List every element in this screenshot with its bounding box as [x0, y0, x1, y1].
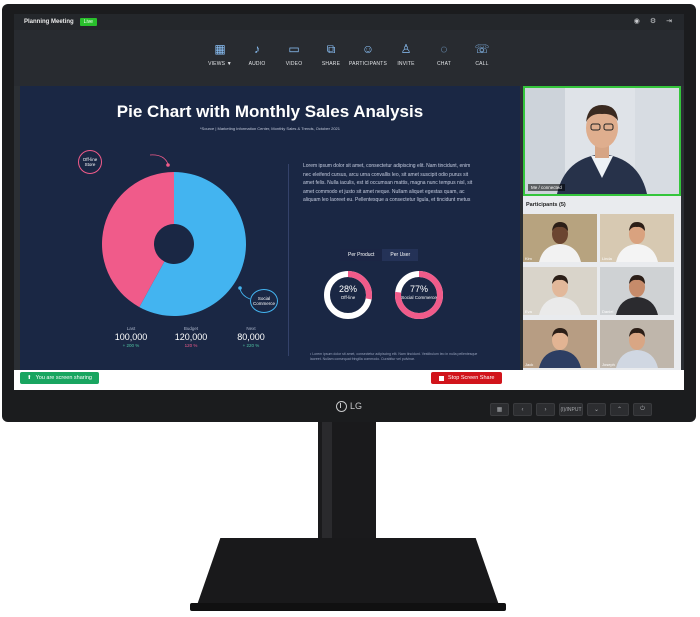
participant-tile[interactable]: Jack [523, 320, 597, 368]
donut-social: 77% Social Commerce [392, 268, 446, 322]
slide-tabs: Per Product Per User [340, 249, 419, 261]
participant-name: Jack [525, 362, 534, 367]
share-status-bar: ⬆ You are screen sharing Stop Screen Sha… [14, 370, 684, 390]
offline-store-callout: Off-line Store [78, 150, 102, 174]
participant-tile[interactable]: Linda [600, 214, 674, 262]
participant-name: Eva [525, 309, 532, 314]
participant-video [616, 222, 658, 262]
screen-sharing-indicator: ⬆ You are screen sharing [20, 372, 99, 384]
self-video[interactable]: Me / connected [523, 86, 681, 196]
monitor-base-shadow [190, 603, 506, 611]
slide-footnote: • Lorem ipsum dolor sit amet, consectetu… [310, 352, 478, 361]
video-panel: Me / connected Participants (5) Kim Lind… [523, 86, 681, 370]
self-video-image [525, 88, 679, 194]
down-icon[interactable]: ⌄ [587, 403, 606, 416]
participant-video [616, 328, 658, 368]
lg-logo: LG [336, 399, 366, 413]
arrow-up-icon: ⬆ [27, 375, 32, 381]
call-button[interactable]: ☏ CALL [460, 42, 504, 67]
gear-icon[interactable]: ⚙ [650, 17, 656, 25]
self-video-label: Me / connected [528, 184, 565, 191]
participant-name: Daniel [602, 309, 614, 314]
offline-leader-line [149, 154, 169, 165]
participant-name: Linda [602, 256, 612, 261]
monitor-stand-neck [318, 422, 376, 556]
participant-video [616, 275, 658, 315]
stat-next: Next 80,000 + 220 % [237, 326, 265, 348]
stat-last: Last 100,000 + 200 % [114, 326, 148, 348]
participant-video [539, 222, 581, 262]
social-commerce-callout: Social Commerce [250, 289, 278, 313]
slide-divider [288, 164, 289, 356]
participant-tile[interactable]: Daniel [600, 267, 674, 315]
slide-title: Pie Chart with Monthly Sales Analysis [116, 102, 424, 121]
osd-buttons: ▦ ‹ › (I)/INPUT ⌄ ⌃ ⏻ [490, 403, 652, 416]
participants-title: Participants (5) [526, 202, 566, 208]
phone-icon: ☏ [474, 42, 490, 56]
tab-per-user: Per User [382, 249, 419, 261]
shared-screen-slide: Pie Chart with Monthly Sales Analysis *S… [20, 86, 520, 370]
monitor-screen: Planning Meeting Live ◉ ⚙ ⇥ ▦ VIEWS ▼ ♪ … [14, 14, 684, 390]
social-leader-line [239, 288, 251, 300]
input-button[interactable]: (I)/INPUT [559, 403, 583, 416]
participant-video [539, 275, 581, 315]
participant-tile[interactable]: Joseph [600, 320, 674, 368]
brand-text: LG [350, 401, 363, 411]
camera-settings-icon[interactable]: ◉ [634, 17, 640, 25]
participant-name: Joseph [602, 362, 615, 367]
lg-logo-icon [336, 400, 347, 412]
live-badge: Live [79, 18, 97, 26]
menu-grid-icon[interactable]: ▦ [490, 403, 509, 416]
meeting-toolbar: ▦ VIEWS ▼ ♪ AUDIO ▭ VIDEO ⧉ SHARE ☺ PART… [14, 30, 684, 86]
participant-video [539, 328, 581, 368]
participant-name: Kim [525, 256, 532, 261]
stop-square-icon [439, 375, 444, 381]
left-arrow-icon[interactable]: ‹ [513, 403, 532, 416]
right-arrow-icon[interactable]: › [536, 403, 555, 416]
participant-tile[interactable]: Eva [523, 267, 597, 315]
sales-stats: Last 100,000 + 200 % Budget 120,000 120 … [106, 326, 276, 348]
slide-body-text: Lorem ipsum dolor sit amet, consectetur … [303, 163, 473, 203]
slide-source: *Source | Marketing Information Center, … [200, 126, 340, 131]
power-icon[interactable]: ⏻ [633, 403, 652, 416]
stop-screen-share-button[interactable]: Stop Screen Share [431, 372, 503, 384]
meeting-title: Planning Meeting [24, 19, 74, 25]
donut-offline: 28% Off-line [321, 268, 375, 322]
title-bar: Planning Meeting Live ◉ ⚙ ⇥ [14, 14, 684, 30]
up-icon[interactable]: ⌃ [610, 403, 629, 416]
tab-per-product: Per Product [340, 249, 383, 261]
monitor-stand-base [196, 538, 500, 608]
social-leader-dot [238, 286, 242, 290]
stat-budget: Budget 120,000 120 % [174, 326, 208, 348]
exit-icon[interactable]: ⇥ [666, 17, 672, 25]
participant-tile[interactable]: Kim [523, 214, 597, 262]
offline-leader-dot [166, 163, 170, 167]
